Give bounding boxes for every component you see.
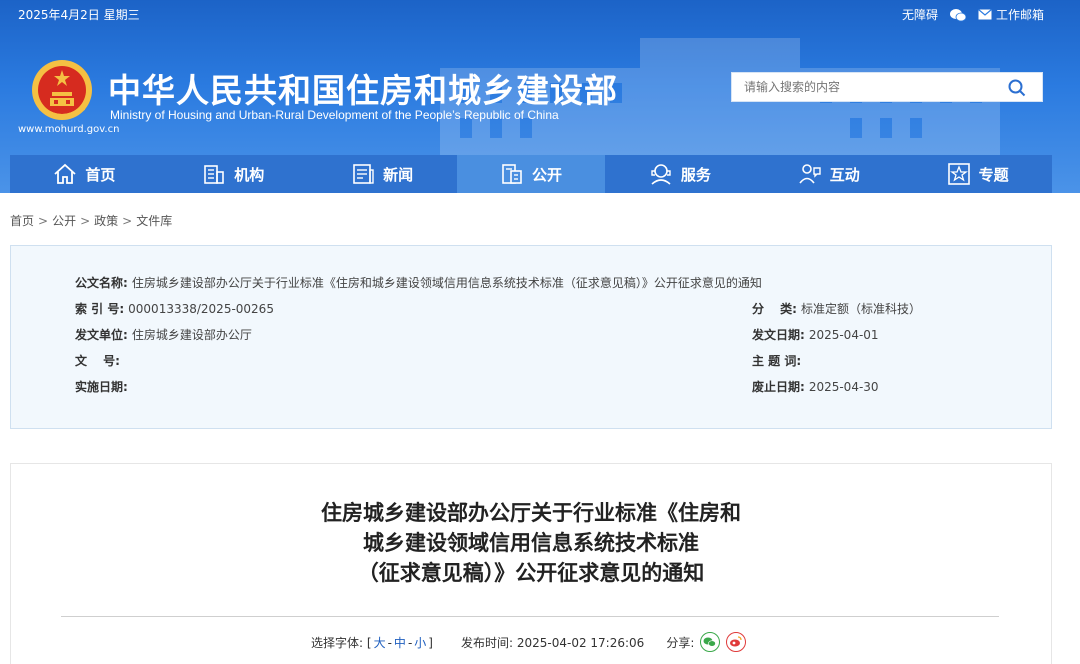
breadcrumb: 首页 > 公开 > 政策 > 文件库 bbox=[10, 212, 172, 229]
keywords-label: 主 题 词: bbox=[752, 354, 802, 368]
nav-service-label: 服务 bbox=[680, 165, 711, 184]
search-box bbox=[731, 72, 1043, 102]
expire-date-row: 废止日期: 2025-04-30 bbox=[752, 378, 879, 395]
article-info-bar: 选择字体: [大 - 中 - 小] 发布时间: 2025-04-02 17:26:06 … bbox=[311, 632, 747, 652]
wechat-icon[interactable] bbox=[949, 8, 966, 22]
document-icon bbox=[502, 164, 522, 184]
breadcrumb-public[interactable]: 公开 bbox=[52, 214, 76, 228]
nav-organization-label: 机构 bbox=[234, 165, 265, 184]
breadcrumb-home[interactable]: 首页 bbox=[10, 214, 34, 228]
breadcrumb-separator: > bbox=[38, 214, 49, 228]
font-medium-button[interactable]: 中 bbox=[394, 636, 406, 650]
title-divider bbox=[61, 616, 999, 617]
index-row: 索 引 号: 000013338/2025-00265 bbox=[75, 300, 274, 317]
nav-news-label: 新闻 bbox=[383, 165, 414, 184]
issue-date-label: 发文日期: bbox=[752, 328, 805, 342]
article-title: 住房城乡建设部办公厅关于行业标准《住房和 城乡建设领域信用信息系统技术标准 （征… bbox=[11, 498, 1051, 588]
font-large-button[interactable]: 大 bbox=[374, 636, 386, 650]
doc-no-row: 文 号: bbox=[75, 352, 124, 369]
article-title-line: 住房城乡建设部办公厅关于行业标准《住房和 bbox=[321, 501, 741, 525]
effective-date-label: 实施日期: bbox=[75, 380, 128, 394]
article-title-line: 城乡建设领域信用信息系统技术标准 bbox=[363, 531, 699, 555]
issue-date-value: 2025-04-01 bbox=[808, 328, 879, 342]
site-header: 2025年4月2日 星期三 无障碍 工作邮箱 www.mohurd.gov.cn… bbox=[0, 0, 1080, 193]
breadcrumb-separator: > bbox=[122, 214, 133, 228]
document-metadata-panel: 公文名称: 住房城乡建设部办公厅关于行业标准《住房和城乡建设领域信用信息系统技术标… bbox=[10, 245, 1052, 429]
search-input[interactable] bbox=[732, 73, 992, 101]
bracket-close: ] bbox=[428, 635, 433, 650]
breadcrumb-separator: > bbox=[80, 214, 91, 228]
category-row: 分 类: 标准定额（标准科技） bbox=[752, 300, 921, 317]
nav-service[interactable]: 服务 bbox=[605, 155, 754, 193]
doc-no-label: 文 号: bbox=[75, 354, 120, 368]
effective-date-row: 实施日期: bbox=[75, 378, 132, 395]
wechat-share-icon[interactable] bbox=[700, 632, 721, 652]
nav-interaction[interactable]: 互动 bbox=[754, 155, 903, 193]
nav-public[interactable]: 公开 bbox=[456, 155, 606, 193]
issuer-value: 住房城乡建设部办公厅 bbox=[131, 328, 252, 342]
search-icon[interactable] bbox=[1008, 79, 1026, 97]
category-value: 标准定额（标准科技） bbox=[800, 302, 921, 316]
main-nav: 首页 机构 新闻 公开 服务 互动 专题 bbox=[10, 155, 1052, 193]
accessibility-link[interactable]: 无障碍 bbox=[902, 6, 938, 23]
nav-organization[interactable]: 机构 bbox=[159, 155, 308, 193]
publish-time-label: 发布时间: bbox=[460, 635, 514, 650]
nav-home-label: 首页 bbox=[85, 165, 116, 184]
interaction-icon bbox=[799, 164, 821, 184]
font-small-button[interactable]: 小 bbox=[414, 636, 426, 650]
news-icon bbox=[353, 164, 374, 184]
article-panel: 住房城乡建设部办公厅关于行业标准《住房和 城乡建设领域信用信息系统技术标准 （征… bbox=[10, 463, 1052, 664]
service-icon bbox=[651, 164, 671, 185]
star-icon bbox=[947, 163, 970, 185]
article-title-line: （征求意见稿）》公开征求意见的通知 bbox=[357, 561, 705, 585]
breadcrumb-library[interactable]: 文件库 bbox=[136, 214, 172, 228]
share-label: 分享: bbox=[666, 635, 695, 650]
issuer-label: 发文单位: bbox=[75, 328, 128, 342]
index-value: 000013338/2025-00265 bbox=[128, 302, 274, 316]
publish-time: 发布时间: 2025-04-02 17:26:06 bbox=[461, 634, 644, 651]
breadcrumb-policy[interactable]: 政策 bbox=[94, 214, 118, 228]
work-mail-label: 工作邮箱 bbox=[995, 8, 1044, 22]
top-bar: 2025年4月2日 星期三 无障碍 工作邮箱 bbox=[18, 6, 1044, 24]
doc-name-value: 住房城乡建设部办公厅关于行业标准《住房和城乡建设领域信用信息系统技术标准（征求意… bbox=[131, 276, 762, 290]
doc-name-label: 公文名称: bbox=[75, 276, 128, 290]
index-label: 索 引 号: bbox=[75, 302, 125, 316]
site-url: www.mohurd.gov.cn bbox=[18, 124, 120, 135]
expire-date-label: 废止日期: bbox=[752, 380, 805, 394]
font-size-selector: 选择字体: [大 - 中 - 小] bbox=[311, 635, 433, 650]
nav-public-label: 公开 bbox=[532, 165, 563, 184]
doc-name-row: 公文名称: 住房城乡建设部办公厅关于行业标准《住房和城乡建设领域信用信息系统技术标… bbox=[75, 274, 762, 291]
building-icon bbox=[204, 165, 225, 184]
current-date: 2025年4月2日 星期三 bbox=[18, 8, 140, 22]
keywords-row: 主 题 词: bbox=[752, 352, 805, 369]
issuer-row: 发文单位: 住房城乡建设部办公厅 bbox=[75, 326, 252, 343]
nav-topics-label: 专题 bbox=[978, 165, 1009, 184]
nav-home[interactable]: 首页 bbox=[10, 155, 159, 193]
home-icon bbox=[54, 163, 77, 184]
nav-topics[interactable]: 专题 bbox=[903, 155, 1052, 193]
expire-date-value: 2025-04-30 bbox=[808, 380, 879, 394]
nav-interaction-label: 互动 bbox=[829, 165, 860, 184]
mail-icon bbox=[978, 9, 992, 20]
publish-time-value: 2025-04-02 17:26:06 bbox=[516, 635, 645, 650]
national-emblem-logo[interactable] bbox=[30, 58, 94, 122]
work-mail-link[interactable]: 工作邮箱 bbox=[978, 6, 1044, 23]
issue-date-row: 发文日期: 2025-04-01 bbox=[752, 326, 879, 343]
category-label: 分 类: bbox=[752, 302, 797, 316]
weibo-share-icon[interactable] bbox=[726, 632, 747, 652]
bracket-open: [ bbox=[366, 635, 372, 650]
nav-news[interactable]: 新闻 bbox=[308, 155, 457, 193]
site-title[interactable]: 中华人民共和国住房和城乡建设部 bbox=[108, 64, 618, 112]
font-size-label: 选择字体: bbox=[311, 635, 364, 650]
site-subtitle: Ministry of Housing and Urban-Rural Deve… bbox=[110, 108, 559, 122]
